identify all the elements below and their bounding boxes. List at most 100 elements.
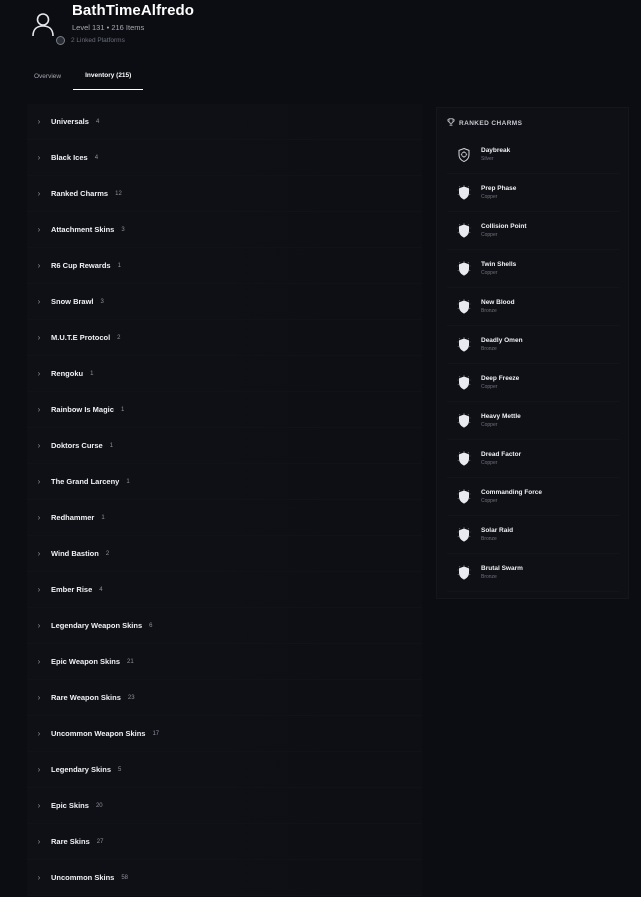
chevron-right-icon: › xyxy=(37,117,41,126)
category-count: 3 xyxy=(121,226,125,233)
charm-name: Collision Point xyxy=(481,223,527,230)
category-label: Doktors Curse xyxy=(51,441,103,450)
category-row[interactable]: › The Grand Larceny 1 xyxy=(27,464,422,500)
category-count: 27 xyxy=(96,838,104,845)
charm-list: Daybreak Silver Prep Phase Copper Collision … xyxy=(447,136,620,592)
category-count: 4 xyxy=(94,154,99,161)
charm-item[interactable]: Deadly Omen Bronze xyxy=(447,326,620,364)
linked-platforms[interactable]: 2 Linked Platforms xyxy=(56,35,125,46)
category-count: 4 xyxy=(99,586,103,593)
category-row[interactable]: › Wind Bastion 2 xyxy=(27,536,422,572)
category-row[interactable]: › Universals 4 xyxy=(27,104,422,140)
shield-charm-icon xyxy=(447,526,481,543)
chevron-right-icon: › xyxy=(37,837,41,846)
avatar-icon xyxy=(30,11,56,37)
category-count: 21 xyxy=(127,658,134,665)
chevron-right-icon: › xyxy=(37,693,41,702)
chevron-right-icon: › xyxy=(37,225,41,234)
category-row[interactable]: › Rare Weapon Skins 23 xyxy=(27,680,422,716)
category-count: 1 xyxy=(126,478,130,485)
charm-name: Deep Freeze xyxy=(481,375,520,382)
tab-inventory[interactable]: Inventory (215) xyxy=(73,62,144,90)
charm-item[interactable]: Collision Point Copper xyxy=(447,212,620,250)
category-label: Uncommon Skins xyxy=(51,873,115,882)
charm-item[interactable]: Daybreak Silver xyxy=(447,136,620,174)
charm-item[interactable]: Deep Freeze Copper xyxy=(447,364,620,402)
category-row[interactable]: › Uncommon Skins 58 xyxy=(27,860,422,896)
charm-text: Heavy Mettle Copper xyxy=(481,413,521,428)
charm-tier: Bronze xyxy=(481,574,497,580)
charm-tier: Bronze xyxy=(481,308,497,314)
charm-text: Dread Factor Copper xyxy=(481,451,521,466)
category-row[interactable]: › Doktors Curse 1 xyxy=(27,428,422,464)
category-count: 4 xyxy=(95,118,100,125)
category-count: 1 xyxy=(120,406,125,413)
charm-tier: Copper xyxy=(481,422,498,428)
charm-name: Heavy Mettle xyxy=(481,413,521,420)
category-row[interactable]: › Redhammer 1 xyxy=(27,500,422,536)
category-label: Black Ices xyxy=(51,153,88,162)
category-count: 2 xyxy=(117,334,121,341)
chevron-right-icon: › xyxy=(37,729,41,738)
charm-item[interactable]: Commanding Force Copper xyxy=(447,478,620,516)
charm-tier: Copper xyxy=(481,232,498,238)
category-label: Attachment Skins xyxy=(51,225,115,234)
chevron-right-icon: › xyxy=(37,369,41,378)
charm-name: Prep Phase xyxy=(481,185,517,192)
charm-tier: Copper xyxy=(481,194,498,200)
charm-tier: Silver xyxy=(481,156,494,162)
chevron-right-icon: › xyxy=(37,585,41,594)
category-label: Legendary Skins xyxy=(51,765,112,774)
category-row[interactable]: › R6 Cup Rewards 1 xyxy=(27,248,422,284)
category-row[interactable]: › Attachment Skins 3 xyxy=(27,212,422,248)
charm-item[interactable]: Prep Phase Copper xyxy=(447,174,620,212)
category-row[interactable]: › Epic Skins 20 xyxy=(27,788,422,824)
category-label: Rainbow Is Magic xyxy=(51,405,114,414)
username: BathTimeAlfredo xyxy=(72,2,195,19)
shield-charm-icon xyxy=(447,260,481,277)
level-items: Level 131 • 216 Items xyxy=(72,23,145,32)
charm-item[interactable]: Brutal Swarm Bronze xyxy=(447,554,620,592)
category-row[interactable]: › Epic Weapon Skins 21 xyxy=(27,644,422,680)
category-label: Epic Weapon Skins xyxy=(51,657,121,666)
category-count: 3 xyxy=(100,298,104,305)
category-label: R6 Cup Rewards xyxy=(51,261,111,270)
charm-item[interactable]: New Blood Bronze xyxy=(447,288,620,326)
shield-charm-icon xyxy=(447,184,481,201)
charm-item[interactable]: Solar Raid Bronze xyxy=(447,516,620,554)
tab-overview[interactable]: Overview xyxy=(22,62,73,90)
chevron-right-icon: › xyxy=(37,261,41,270)
category-row[interactable]: › Ranked Charms 12 xyxy=(27,176,422,212)
category-row[interactable]: › Ember Rise 4 xyxy=(27,572,422,608)
category-row[interactable]: › Rainbow Is Magic 1 xyxy=(27,392,422,428)
charm-text: Deep Freeze Copper xyxy=(481,375,519,390)
profile-header: BathTimeAlfredo Level 131 • 216 Items 2 … xyxy=(0,0,641,60)
category-label: Epic Skins xyxy=(51,801,89,810)
category-row[interactable]: › Legendary Skins 5 xyxy=(27,752,422,788)
charm-tier: Copper xyxy=(481,270,498,276)
charm-item[interactable]: Dread Factor Copper xyxy=(447,440,620,478)
charm-name: Brutal Swarm xyxy=(481,565,523,572)
charm-item[interactable]: Twin Shells Copper xyxy=(447,250,620,288)
category-row[interactable]: › M.U.T.E Protocol 2 xyxy=(27,320,422,356)
category-label: Snow Brawl xyxy=(51,297,94,306)
category-row[interactable]: › Legendary Weapon Skins 6 xyxy=(27,608,422,644)
shield-charm-icon xyxy=(447,488,481,505)
chevron-right-icon: › xyxy=(37,657,41,666)
charm-item[interactable]: Heavy Mettle Copper xyxy=(447,402,620,440)
category-row[interactable]: › Rare Skins 27 xyxy=(27,824,422,860)
charm-name: New Blood xyxy=(481,299,515,306)
charm-text: Commanding Force Copper xyxy=(481,489,542,504)
category-row[interactable]: › Black Ices 4 xyxy=(27,140,422,176)
category-row[interactable]: › Rengoku 1 xyxy=(27,356,422,392)
tab-bar: Overview Inventory (215) xyxy=(22,62,144,92)
category-row[interactable]: › Snow Brawl 3 xyxy=(27,284,422,320)
linked-platforms-label: 2 Linked Platforms xyxy=(71,37,125,44)
category-label: The Grand Larceny xyxy=(51,477,120,486)
chevron-right-icon: › xyxy=(37,405,41,414)
category-row[interactable]: › Uncommon Weapon Skins 17 xyxy=(27,716,422,752)
chevron-right-icon: › xyxy=(37,765,41,774)
charm-tier: Copper xyxy=(481,460,498,466)
charm-name: Deadly Omen xyxy=(481,337,523,344)
category-label: Wind Bastion xyxy=(51,549,99,558)
